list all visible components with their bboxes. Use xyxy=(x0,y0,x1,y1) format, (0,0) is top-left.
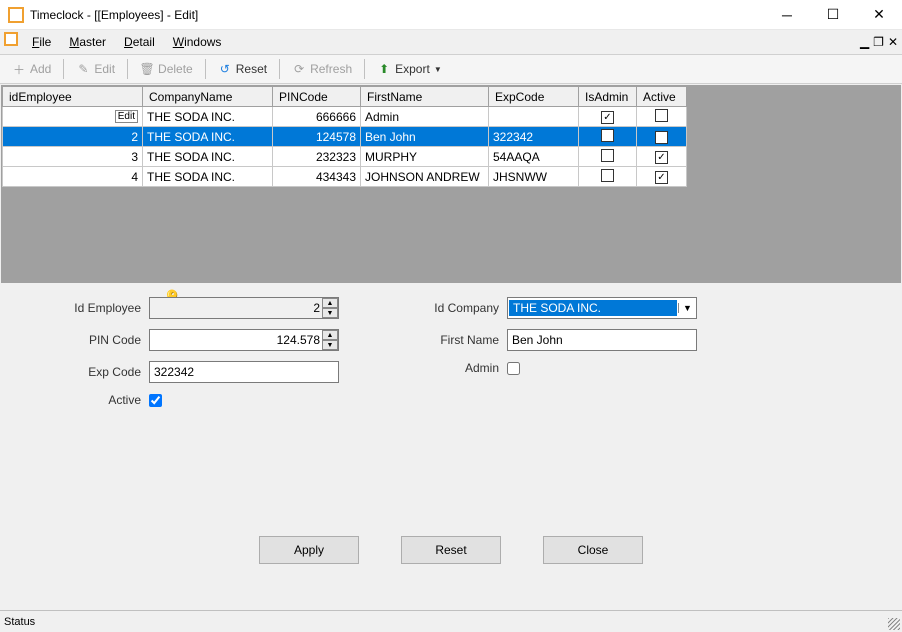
export-label: Export xyxy=(395,62,430,76)
col-pin[interactable]: PINCode xyxy=(273,87,361,107)
window-title: Timeclock - [[Employees] - Edit] xyxy=(30,8,764,22)
status-bar: Status xyxy=(0,610,902,632)
company-combo[interactable]: THE SODA INC. ▼ xyxy=(507,297,697,319)
delete-label: Delete xyxy=(158,62,193,76)
close-button[interactable]: ✕ xyxy=(856,0,902,30)
app-icon xyxy=(8,7,24,23)
col-active[interactable]: Active xyxy=(637,87,687,107)
mdi-close-button[interactable]: ✕ xyxy=(888,35,898,49)
export-button[interactable]: ⬆ Export ▼ xyxy=(369,59,450,79)
reset-button[interactable]: ↺ Reset xyxy=(210,59,275,79)
reset-label: Reset xyxy=(236,62,267,76)
refresh-label: Refresh xyxy=(310,62,352,76)
label-firstname: First Name xyxy=(379,333,499,347)
mdi-controls: ▁ ❐ ✕ xyxy=(860,35,898,49)
menu-windows[interactable]: Windows xyxy=(165,32,230,52)
menu-file[interactable]: File xyxy=(24,32,59,52)
spin-down-button[interactable]: ▼ xyxy=(322,308,338,318)
label-expcode: Exp Code xyxy=(21,365,141,379)
pin-code-field[interactable] xyxy=(149,329,339,351)
toolbar: ＋ Add ✎ Edit 🗑 Delete ↺ Reset ⟳ Refresh ⬆ Expo… xyxy=(0,54,902,84)
form-close-button[interactable]: Close xyxy=(543,536,643,564)
toolbar-separator xyxy=(63,59,64,79)
mdi-minimize-button[interactable]: ▁ xyxy=(860,35,869,49)
add-button[interactable]: ＋ Add xyxy=(4,59,59,79)
button-row: Apply Reset Close xyxy=(0,536,902,564)
status-text: Status xyxy=(4,616,35,628)
form-reset-button[interactable]: Reset xyxy=(401,536,501,564)
toolbar-separator xyxy=(279,59,280,79)
mdi-restore-button[interactable]: ❐ xyxy=(873,35,884,49)
col-exp[interactable]: ExpCode xyxy=(489,87,579,107)
title-bar: Timeclock - [[Employees] - Edit] ─ ☐ ✕ xyxy=(0,0,902,30)
toolbar-separator xyxy=(364,59,365,79)
table-row[interactable]: 3THE SODA INC.232323MURPHY54AAQA✓ xyxy=(3,147,687,167)
dropdown-arrow-icon: ▼ xyxy=(434,65,442,74)
col-admin[interactable]: IsAdmin xyxy=(579,87,637,107)
exp-code-field[interactable] xyxy=(149,361,339,383)
table-row[interactable]: 4THE SODA INC.434343JOHNSON ANDREWJHSNWW… xyxy=(3,167,687,187)
col-company[interactable]: CompanyName xyxy=(143,87,273,107)
mdi-icon xyxy=(4,32,18,46)
company-value: THE SODA INC. xyxy=(509,300,677,316)
table-row[interactable]: EditTHE SODA INC.666666Admin✓ xyxy=(3,107,687,127)
add-label: Add xyxy=(30,62,51,76)
spin-down-button[interactable]: ▼ xyxy=(322,340,338,350)
first-name-field[interactable] xyxy=(507,329,697,351)
resize-grip[interactable] xyxy=(888,618,900,630)
table-row[interactable]: 2THE SODA INC.124578Ben John322342✓ xyxy=(3,127,687,147)
col-first[interactable]: FirstName xyxy=(361,87,489,107)
id-employee-field[interactable] xyxy=(149,297,339,319)
edit-form: 🔑 Id Employee ▲▼ PIN Code ▲▼ Exp Code xyxy=(1,283,901,407)
label-idemployee: Id Employee xyxy=(21,301,141,315)
content-area: idEmployee CompanyName PINCode FirstName… xyxy=(0,84,902,610)
refresh-button[interactable]: ⟳ Refresh xyxy=(284,59,360,79)
toolbar-separator xyxy=(127,59,128,79)
minimize-button[interactable]: ─ xyxy=(764,0,810,30)
toolbar-separator xyxy=(205,59,206,79)
window-controls: ─ ☐ ✕ xyxy=(764,0,902,30)
active-checkbox[interactable] xyxy=(149,394,162,407)
menu-master[interactable]: Master xyxy=(61,32,114,52)
plus-icon: ＋ xyxy=(12,62,26,76)
label-idcompany: Id Company xyxy=(379,301,499,315)
employees-grid[interactable]: idEmployee CompanyName PINCode FirstName… xyxy=(1,85,901,283)
admin-checkbox[interactable] xyxy=(507,362,520,375)
label-pincode: PIN Code xyxy=(21,333,141,347)
delete-button[interactable]: 🗑 Delete xyxy=(132,59,201,79)
menu-detail[interactable]: Detail xyxy=(116,32,163,52)
spin-up-button[interactable]: ▲ xyxy=(322,298,338,308)
trash-icon: 🗑 xyxy=(140,62,154,76)
label-active: Active xyxy=(21,393,141,407)
edit-button[interactable]: ✎ Edit xyxy=(68,59,123,79)
apply-button[interactable]: Apply xyxy=(259,536,359,564)
maximize-button[interactable]: ☐ xyxy=(810,0,856,30)
export-icon: ⬆ xyxy=(377,62,391,76)
refresh-icon: ⟳ xyxy=(292,62,306,76)
undo-icon: ↺ xyxy=(218,62,232,76)
edit-label: Edit xyxy=(94,62,115,76)
menu-bar: File Master Detail Windows ▁ ❐ ✕ xyxy=(0,30,902,54)
pencil-icon: ✎ xyxy=(76,62,90,76)
chevron-down-icon: ▼ xyxy=(678,303,696,313)
spin-up-button[interactable]: ▲ xyxy=(322,330,338,340)
col-id[interactable]: idEmployee xyxy=(3,87,143,107)
label-admin: Admin xyxy=(379,361,499,375)
